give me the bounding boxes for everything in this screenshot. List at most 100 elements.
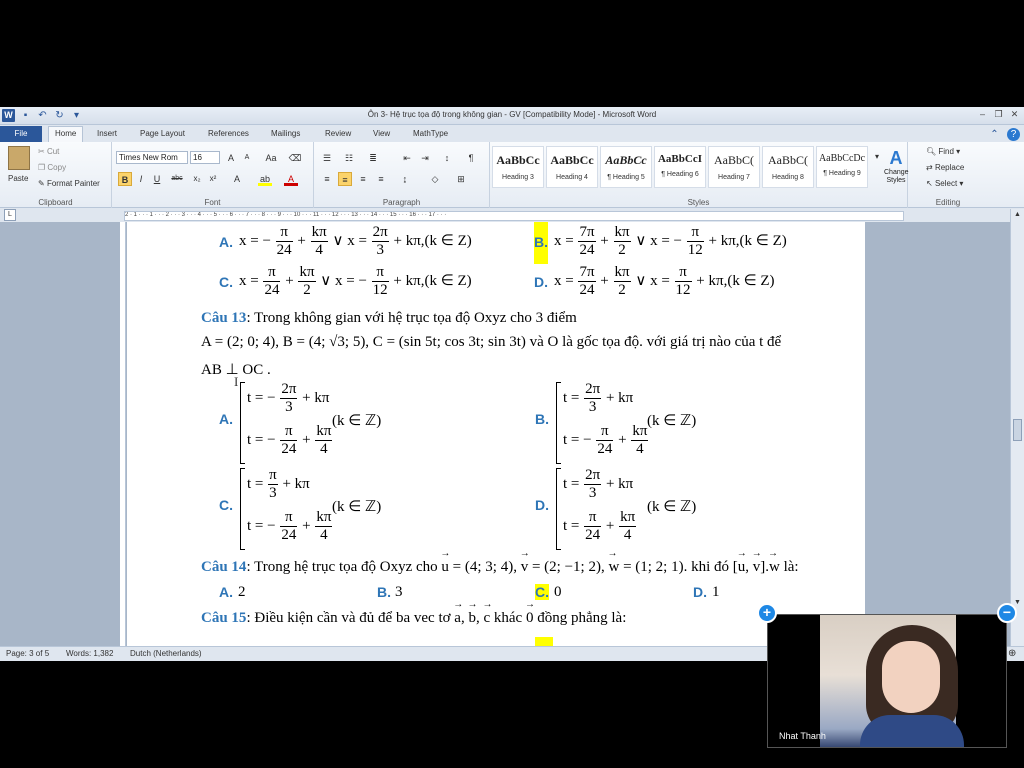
shrink-font-icon[interactable]: A xyxy=(240,151,254,165)
horizontal-ruler[interactable]: 2 · 1 · · · 1 · · · 2 · · · 3 · · · 4 · … xyxy=(124,211,904,221)
style-heading-3[interactable]: AaBbCc Heading 3 xyxy=(492,146,544,188)
page-count[interactable]: Page: 3 of 5 xyxy=(6,649,49,658)
bullets-icon[interactable]: ☰ xyxy=(320,151,334,165)
scroll-up-icon[interactable]: ▲ xyxy=(1011,209,1024,221)
select-button[interactable]: ↖ Select ▾ xyxy=(926,179,963,188)
italic-button[interactable]: I xyxy=(134,172,148,186)
expand-video-icon[interactable]: + xyxy=(757,603,777,623)
q13-option-d-condition: (k ∈ ℤ) xyxy=(647,499,697,515)
tab-home[interactable]: Home xyxy=(48,126,84,142)
word-icon[interactable]: W xyxy=(2,109,15,122)
change-styles-icon: A xyxy=(889,148,903,168)
tab-references[interactable]: References xyxy=(208,128,249,142)
change-styles-label: Change Styles xyxy=(884,169,909,184)
find-label: Find xyxy=(938,147,954,156)
q13-option-d-system: t = 2π 3 + kπ t = π 24 + kπ 4 xyxy=(556,468,637,550)
align-left-icon[interactable]: ≡ xyxy=(320,172,334,186)
paste-button[interactable]: Paste xyxy=(8,174,28,183)
sort-icon[interactable]: ↕ xyxy=(440,151,454,165)
q12-option-d-formula: x = 7π 24 + kπ 2 ∨ x = π 12 + kπ,(k ∈ Z) xyxy=(554,264,775,298)
q14-prompt: Câu 14: Trong hệ trục tọa độ Oxyz cho u … xyxy=(201,548,799,576)
subscript-button[interactable]: x₂ xyxy=(190,172,204,186)
grow-font-icon[interactable]: A xyxy=(224,151,238,165)
justify-icon[interactable]: ≡ xyxy=(374,172,388,186)
close-icon[interactable]: ✕ xyxy=(1009,109,1020,120)
find-button[interactable]: 🔍︎ Find ▾ xyxy=(926,147,960,156)
bold-button[interactable]: B xyxy=(118,172,132,186)
collapse-video-icon[interactable]: − xyxy=(997,603,1017,623)
restore-icon[interactable]: ❐ xyxy=(993,109,1004,120)
tab-review[interactable]: Review xyxy=(325,128,351,142)
increase-indent-icon[interactable]: ⇥ xyxy=(418,151,432,165)
save-icon[interactable]: ▪ xyxy=(19,109,32,122)
tab-view[interactable]: View xyxy=(373,128,390,142)
highlight-icon[interactable]: ab xyxy=(258,172,272,186)
text-effects-icon[interactable]: A xyxy=(230,172,244,186)
style-heading-4[interactable]: AaBbCc Heading 4 xyxy=(546,146,598,188)
tab-stop-selector[interactable]: L xyxy=(4,209,16,221)
numbering-icon[interactable]: ☷ xyxy=(342,151,356,165)
font-group: Times New Rom 16 A A Aa ⌫ B I U abc x₂ x… xyxy=(112,142,314,208)
align-center-icon[interactable]: ≡ xyxy=(338,172,352,186)
strikethrough-button[interactable]: abc xyxy=(170,172,184,186)
q14-option-b-value: 3 xyxy=(395,584,403,600)
style-heading-7[interactable]: AaBbC(Heading 7 xyxy=(708,146,760,188)
clipboard-group: Paste ✂ Cut ❐ Copy ✎ Format Painter Clip… xyxy=(0,142,112,208)
line-spacing-icon[interactable]: ↨ xyxy=(398,172,412,186)
styles-more-icon[interactable]: ▾ xyxy=(870,150,884,164)
change-styles-button[interactable]: A Change Styles xyxy=(884,148,909,185)
font-name-box[interactable]: Times New Rom xyxy=(116,151,188,164)
align-right-icon[interactable]: ≡ xyxy=(356,172,370,186)
paragraph-group: ☰ ☷ ≣ ⇤ ⇥ ↕ ¶ ≡ ≡ ≡ ≡ ↨ ◇ ⊞ Paragraph xyxy=(314,142,490,208)
system-line: t = π3 + kπ xyxy=(247,467,310,501)
show-marks-icon[interactable]: ¶ xyxy=(464,151,478,165)
font-color-icon[interactable]: A xyxy=(284,172,298,186)
redo-icon[interactable]: ↻ xyxy=(53,109,66,122)
style-heading-5[interactable]: AaBbCc ¶ Heading 5 xyxy=(600,146,652,188)
zoom-in-icon[interactable]: ⊕ xyxy=(1008,648,1016,659)
borders-icon[interactable]: ⊞ xyxy=(454,172,468,186)
language-indicator[interactable]: Dutch (Netherlands) xyxy=(130,649,202,658)
style-heading-6[interactable]: AaBbCcI ¶ Heading 6 xyxy=(654,146,706,188)
style-name: ¶ Heading 9 xyxy=(823,170,861,177)
multilevel-list-icon[interactable]: ≣ xyxy=(366,151,380,165)
font-size-box[interactable]: 16 xyxy=(190,151,220,164)
document-page[interactable]: A. x = − π 24 + kπ 4 ∨ x = 2π 3 + kπ,(k ∈ Z… xyxy=(127,222,865,646)
paste-icon[interactable] xyxy=(8,146,30,170)
replace-button[interactable]: ⇄ Replace xyxy=(926,163,964,172)
vertical-scrollbar[interactable]: ▲ ▼ xyxy=(1010,209,1024,646)
ribbon-collapse-icon[interactable]: ⌃ xyxy=(988,128,1001,141)
tab-mathtype[interactable]: MathType xyxy=(413,128,448,142)
word-count[interactable]: Words: 1,382 xyxy=(66,649,113,658)
minimize-icon[interactable]: – xyxy=(977,109,988,120)
tab-mailings[interactable]: Mailings xyxy=(271,128,300,142)
tab-file[interactable]: File xyxy=(0,126,42,142)
vertical-ruler[interactable] xyxy=(120,222,126,646)
underline-button[interactable]: U xyxy=(150,172,164,186)
cut-button[interactable]: ✂ Cut xyxy=(38,147,59,156)
scroll-thumb[interactable] xyxy=(1013,419,1022,441)
tab-page-layout[interactable]: Page Layout xyxy=(140,128,185,142)
window-controls: – ❐ ✕ xyxy=(977,109,1020,120)
style-heading-8[interactable]: AaBbC(Heading 8 xyxy=(762,146,814,188)
change-case-icon[interactable]: Aa xyxy=(264,151,278,165)
undo-icon[interactable]: ↶ xyxy=(36,109,49,122)
clear-format-icon[interactable]: ⌫ xyxy=(288,151,302,165)
q12-option-a-letter: A. xyxy=(219,234,233,250)
decrease-indent-icon[interactable]: ⇤ xyxy=(400,151,414,165)
superscript-button[interactable]: x² xyxy=(206,172,220,186)
clipboard-group-label: Clipboard xyxy=(38,198,73,207)
help-icon[interactable]: ? xyxy=(1007,128,1020,141)
format-painter-button[interactable]: ✎ Format Painter xyxy=(38,179,100,188)
q13-option-c-letter: C. xyxy=(219,497,233,513)
title-bar: W ▪ ↶ ↻ ▾ Ôn 3- Hệ trục tọa độ trong khô… xyxy=(0,107,1024,125)
tab-insert[interactable]: Insert xyxy=(97,128,117,142)
shading-icon[interactable]: ◇ xyxy=(428,172,442,186)
q14-label: Câu 14 xyxy=(201,559,247,575)
q13-line2-tail: và O là gốc tọa độ. với giá trị nào của … xyxy=(525,334,782,350)
customize-qat-icon[interactable]: ▾ xyxy=(70,109,83,122)
q13-option-a-system: t = − 2π 3 + kπ t = − π 24 + kπ 4 xyxy=(240,382,333,464)
copy-button[interactable]: ❐ Copy xyxy=(38,163,66,172)
ribbon: Paste ✂ Cut ❐ Copy ✎ Format Painter Clip… xyxy=(0,142,1024,208)
style-heading-9[interactable]: AaBbCcDc ¶ Heading 9 xyxy=(816,146,868,188)
